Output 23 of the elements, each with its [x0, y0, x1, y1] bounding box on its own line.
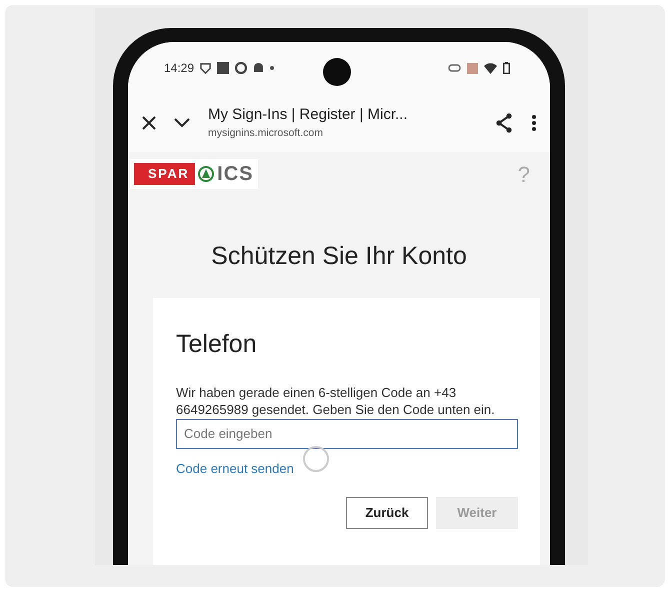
- card-heading: Telefon: [176, 328, 258, 360]
- link-icon: [448, 64, 461, 72]
- close-icon[interactable]: [142, 116, 156, 130]
- touch-indicator: [303, 446, 329, 472]
- shield-icon: [200, 62, 212, 74]
- company-logo: SPAR ICS: [130, 159, 258, 189]
- wifi-icon: [484, 62, 497, 74]
- battery-icon: [503, 62, 510, 74]
- code-input-field[interactable]: Code eingeben: [176, 418, 518, 449]
- resend-code-link[interactable]: Code erneut senden: [176, 460, 294, 476]
- page-heading: Schützen Sie Ihr Konto: [210, 241, 468, 272]
- page-url: mysignins.microsoft.com: [208, 126, 324, 142]
- menu-icon[interactable]: [532, 115, 536, 131]
- chevron-down-icon[interactable]: [174, 118, 190, 128]
- clock-time: 14:29: [164, 60, 194, 77]
- camera-hole: [323, 58, 351, 86]
- share-icon[interactable]: [494, 113, 514, 133]
- form-button[interactable]: Zurück: [346, 496, 428, 529]
- page-title: My Sign-Ins | Register | Micr...: [208, 104, 408, 125]
- instruction-text: Wir haben gerade einen 6-stelligen Code an +43 6649265989 gesendet. Geben Sie den Code unten ein.: [176, 385, 496, 419]
- square-icon: [217, 62, 230, 74]
- dot-icon: [270, 66, 274, 70]
- record-icon: [235, 62, 248, 74]
